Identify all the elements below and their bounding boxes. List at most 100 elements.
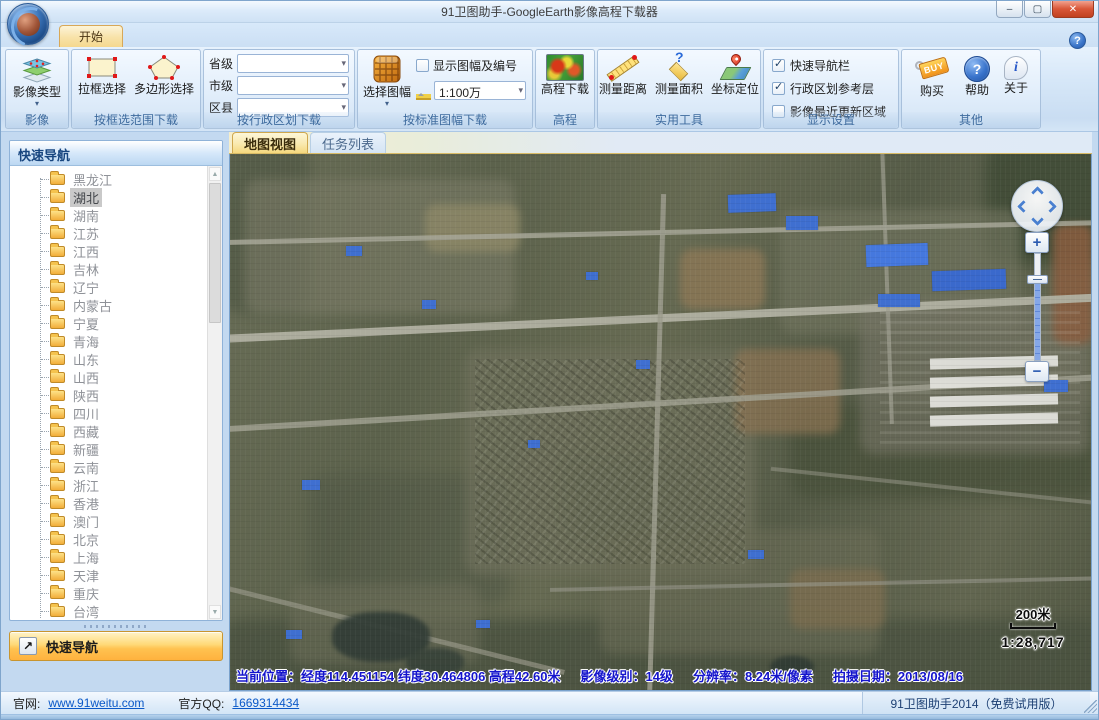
app-window: 91卫图助手-GoogleEarth影像高程下载器 – ▢ ✕ 开始 ? 影像类… xyxy=(0,0,1099,720)
sidebar-item-province[interactable]: 山东 xyxy=(10,350,207,368)
province-label: 内蒙古 xyxy=(73,298,113,314)
image-type-label: 影像类型 xyxy=(12,85,61,99)
sidebar-splitter[interactable] xyxy=(9,621,223,631)
sheet-scale-combobox[interactable]: 1:100万 ▾ xyxy=(434,81,527,100)
zoom-out-button[interactable]: − xyxy=(1025,361,1049,382)
elevation-download-button[interactable]: 高程下载 xyxy=(538,52,592,96)
folder-icon xyxy=(50,314,65,329)
display-option-checkbox[interactable]: ✓ 行政区划参考层 xyxy=(772,80,896,97)
minimize-button[interactable]: – xyxy=(996,1,1023,18)
zoom-slider-track[interactable] xyxy=(1034,253,1041,361)
sidebar-item-province[interactable]: 四川 xyxy=(10,404,207,422)
sidebar-item-province[interactable]: 吉林 xyxy=(10,260,207,278)
quick-nav-button[interactable]: ↗ 快速导航 xyxy=(9,631,223,661)
tab-map-view[interactable]: 地图视图 xyxy=(232,132,309,153)
folder-icon xyxy=(50,332,65,347)
coordinate-locate-button[interactable]: 坐标定位 xyxy=(708,51,762,96)
city-combobox[interactable]: ▾ xyxy=(237,76,349,95)
quick-nav-panel: 快速导航 ▲ ▼ 黑龙江 湖北 湖南 江苏 江西 吉林 辽宁 内蒙古 宁夏 青海… xyxy=(9,140,223,621)
sidebar-item-province[interactable]: 北京 xyxy=(10,530,207,548)
about-label: 关于 xyxy=(1003,81,1028,95)
map-panel: 地图视图 任务列表 + − 200米 1:28,717 当前位置：经度114.4… xyxy=(229,132,1092,691)
pan-down-icon[interactable] xyxy=(1031,213,1044,226)
scroll-up-icon[interactable]: ▲ xyxy=(209,167,221,181)
display-options: ✓ 快速导航栏 ✓ 行政区划参考层 ✓ 影像最近更新区域 xyxy=(766,52,896,120)
province-label: 山东 xyxy=(73,352,100,368)
sidebar-item-province[interactable]: 重庆 xyxy=(10,584,207,602)
close-icon: ✕ xyxy=(1068,3,1078,15)
drag-select-button[interactable]: 拉框选择 xyxy=(75,52,129,96)
scroll-down-icon[interactable]: ▼ xyxy=(209,605,221,619)
about-button[interactable]: i 关于 xyxy=(1001,54,1031,95)
province-combobox[interactable]: ▾ xyxy=(237,54,349,73)
sidebar-item-province[interactable]: 江苏 xyxy=(10,224,207,242)
quick-nav-button-label: 快速导航 xyxy=(46,639,99,655)
sidebar-item-province[interactable]: 澳门 xyxy=(10,512,207,530)
sidebar-item-province[interactable]: 宁夏 xyxy=(10,314,207,332)
scale-bar-icon xyxy=(1010,623,1056,629)
sidebar-item-province[interactable]: 江西 xyxy=(10,242,207,260)
image-type-button[interactable]: 影像类型 ▾ xyxy=(10,52,64,108)
pan-right-icon[interactable] xyxy=(1044,200,1057,213)
sidebar-item-province[interactable]: 台湾 xyxy=(10,602,207,620)
sidebar-item-province[interactable]: 西藏 xyxy=(10,422,207,440)
site-link[interactable]: www.91weitu.com xyxy=(48,696,144,710)
sidebar-item-province[interactable]: 山西 xyxy=(10,368,207,386)
price-tag-icon: BUY xyxy=(914,56,950,83)
help-button[interactable]: ? 帮助 xyxy=(961,54,993,97)
sidebar-item-province[interactable]: 辽宁 xyxy=(10,278,207,296)
measure-distance-button[interactable]: 测量距离 xyxy=(596,52,650,96)
close-button[interactable]: ✕ xyxy=(1052,1,1094,18)
group-map-sheet: 选择图幅 ▾ ✓ 显示图幅及编号 1:100万 ▾ xyxy=(357,49,533,129)
qq-link[interactable]: 1669314434 xyxy=(232,696,299,710)
sidebar-item-province[interactable]: 内蒙古 xyxy=(10,296,207,314)
zoom-in-button[interactable]: + xyxy=(1025,232,1049,253)
sidebar-item-province[interactable]: 青海 xyxy=(10,332,207,350)
show-sheet-number-checkbox[interactable]: ✓ 显示图幅及编号 xyxy=(416,57,530,74)
polygon-select-button[interactable]: 多边形选择 xyxy=(131,52,197,96)
measure-distance-label: 测量距离 xyxy=(598,82,647,96)
pan-up-icon[interactable] xyxy=(1031,186,1044,199)
buy-button[interactable]: BUY 购买 xyxy=(911,54,953,98)
sidebar-item-province[interactable]: 浙江 xyxy=(10,476,207,494)
province-level-label: 省级 xyxy=(209,57,234,71)
folder-icon xyxy=(50,206,65,221)
tab-task-list[interactable]: 任务列表 xyxy=(310,132,387,153)
sidebar-item-province[interactable]: 陕西 xyxy=(10,386,207,404)
sidebar-item-province[interactable]: 新疆 xyxy=(10,440,207,458)
resize-grip[interactable] xyxy=(1084,700,1097,713)
sidebar-item-province[interactable]: 湖北 xyxy=(10,187,207,207)
map-pan-control[interactable] xyxy=(1011,180,1063,232)
coordinate-locate-label: 坐标定位 xyxy=(711,82,760,96)
folder-icon xyxy=(50,566,65,581)
measure-area-button[interactable]: ? 测量面积 xyxy=(652,50,706,96)
display-option-checkbox[interactable]: ✓ 快速导航栏 xyxy=(772,57,896,74)
folder-icon xyxy=(50,476,65,491)
window-title: 91卫图助手-GoogleEarth影像高程下载器 xyxy=(441,5,658,19)
province-label: 浙江 xyxy=(73,478,100,494)
map-scale: 200米 1:28,717 xyxy=(992,604,1074,650)
map-viewport[interactable]: + − 200米 1:28,717 当前位置：经度114.451154 纬度30… xyxy=(229,154,1092,691)
select-sheet-button[interactable]: 选择图幅 ▾ xyxy=(360,52,414,108)
sidebar-item-province[interactable]: 云南 xyxy=(10,458,207,476)
sidebar-item-province[interactable]: 天津 xyxy=(10,566,207,584)
zoom-slider-thumb[interactable] xyxy=(1027,275,1048,284)
application-orb-button[interactable] xyxy=(7,3,49,45)
elevation-download-label: 高程下载 xyxy=(541,82,590,96)
sidebar-item-province[interactable]: 香港 xyxy=(10,494,207,512)
scrollbar-thumb[interactable] xyxy=(209,183,221,323)
layers-icon xyxy=(22,58,52,83)
sidebar-item-province[interactable]: 黑龙江 xyxy=(10,170,207,188)
grid-sheet-icon xyxy=(373,55,401,83)
group-elevation: 高程下载 高程 xyxy=(535,49,595,129)
province-label: 辽宁 xyxy=(73,280,100,296)
polygon-select-label: 多边形选择 xyxy=(134,82,195,96)
pan-left-icon[interactable] xyxy=(1017,200,1030,213)
ribbon-help-button[interactable]: ? xyxy=(1069,32,1086,49)
maximize-button[interactable]: ▢ xyxy=(1024,1,1051,18)
group-tools: 测量距离 ? 测量面积 坐标定位 实用工具 xyxy=(597,49,761,129)
tab-start[interactable]: 开始 xyxy=(59,25,123,47)
sidebar-item-province[interactable]: 湖南 xyxy=(10,206,207,224)
sidebar-item-province[interactable]: 上海 xyxy=(10,548,207,566)
tree-scrollbar[interactable]: ▲ ▼ xyxy=(207,166,222,620)
